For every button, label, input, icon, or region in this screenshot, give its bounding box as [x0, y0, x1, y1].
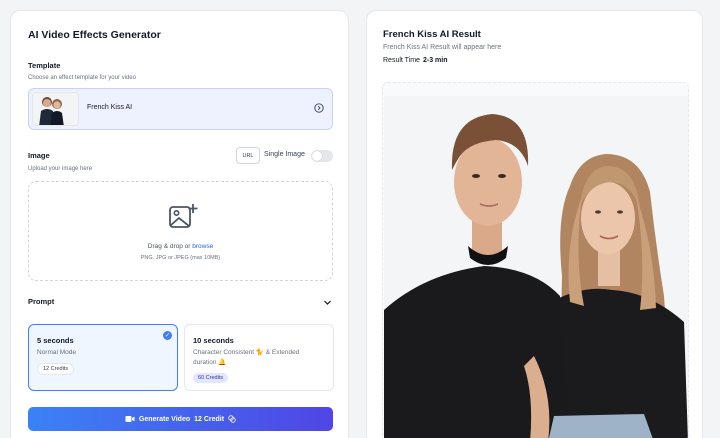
mode-title: 5 seconds — [37, 336, 74, 345]
dropzone-hint: PNG, JPG or JPEG (max 10MB) — [140, 255, 221, 261]
toggle-knob — [312, 151, 322, 161]
result-time: Result Time 2-3 min — [383, 57, 447, 64]
image-label: Image — [28, 151, 50, 160]
template-label: Template — [28, 61, 61, 70]
mode-option-10s[interactable]: 10 seconds Character Consistent 🐈 & Exte… — [184, 324, 334, 391]
image-plus-icon — [169, 204, 198, 228]
mode-title: 10 seconds — [193, 336, 234, 345]
check-icon: ✓ — [163, 331, 172, 340]
result-preview — [382, 82, 689, 438]
result-time-label: Result Time — [383, 57, 420, 64]
circle-arrow-right-icon[interactable] — [314, 103, 324, 113]
result-time-value: 2-3 min — [422, 57, 448, 64]
generate-video-button[interactable]: Generate Video 12 Credit — [28, 407, 333, 431]
template-selector[interactable]: French Kiss AI — [28, 88, 333, 130]
image-dropzone[interactable]: Drag & drop or browse PNG, JPG or JPEG (… — [28, 181, 333, 281]
result-panel: French Kiss AI Result French Kiss AI Res… — [366, 10, 703, 438]
single-image-label: Single Image — [264, 151, 305, 158]
generate-label: Generate Video — [138, 415, 191, 423]
mode-option-5s[interactable]: ✓ 5 seconds Normal Mode 12 Credits — [28, 324, 178, 391]
result-title: French Kiss AI Result — [383, 29, 481, 40]
mode-desc: Normal Mode — [37, 349, 77, 356]
panel-title: AI Video Effects Generator — [28, 29, 161, 41]
template-hint: Choose an effect template for your video — [28, 75, 136, 81]
mode-desc: Character Consistent 🐈 & Extended durati… — [193, 349, 300, 366]
url-button[interactable]: URL — [236, 147, 260, 164]
dropzone-text-prefix: Drag & drop or — [147, 243, 193, 250]
generate-credit: 12 Credit — [194, 415, 225, 423]
video-icon — [125, 416, 135, 422]
single-image-toggle[interactable] — [311, 150, 333, 162]
template-name: French Kiss AI — [87, 104, 133, 111]
result-image — [384, 96, 688, 438]
image-hint: Upload your image here — [28, 166, 93, 172]
result-subtitle: French Kiss AI Result will appear here — [383, 44, 502, 51]
template-thumbnail — [32, 92, 79, 126]
credit-badge: 12 Credits — [37, 363, 75, 375]
chevron-down-icon[interactable] — [323, 298, 332, 307]
browse-link[interactable]: browse — [192, 243, 213, 250]
coins-icon — [228, 415, 236, 423]
prompt-label[interactable]: Prompt — [28, 297, 333, 306]
generator-panel: AI Video Effects Generator Template Choo… — [10, 10, 349, 438]
dropzone-text: Drag & drop or browse — [29, 243, 332, 250]
credit-badge: 60 Credits — [193, 373, 229, 383]
